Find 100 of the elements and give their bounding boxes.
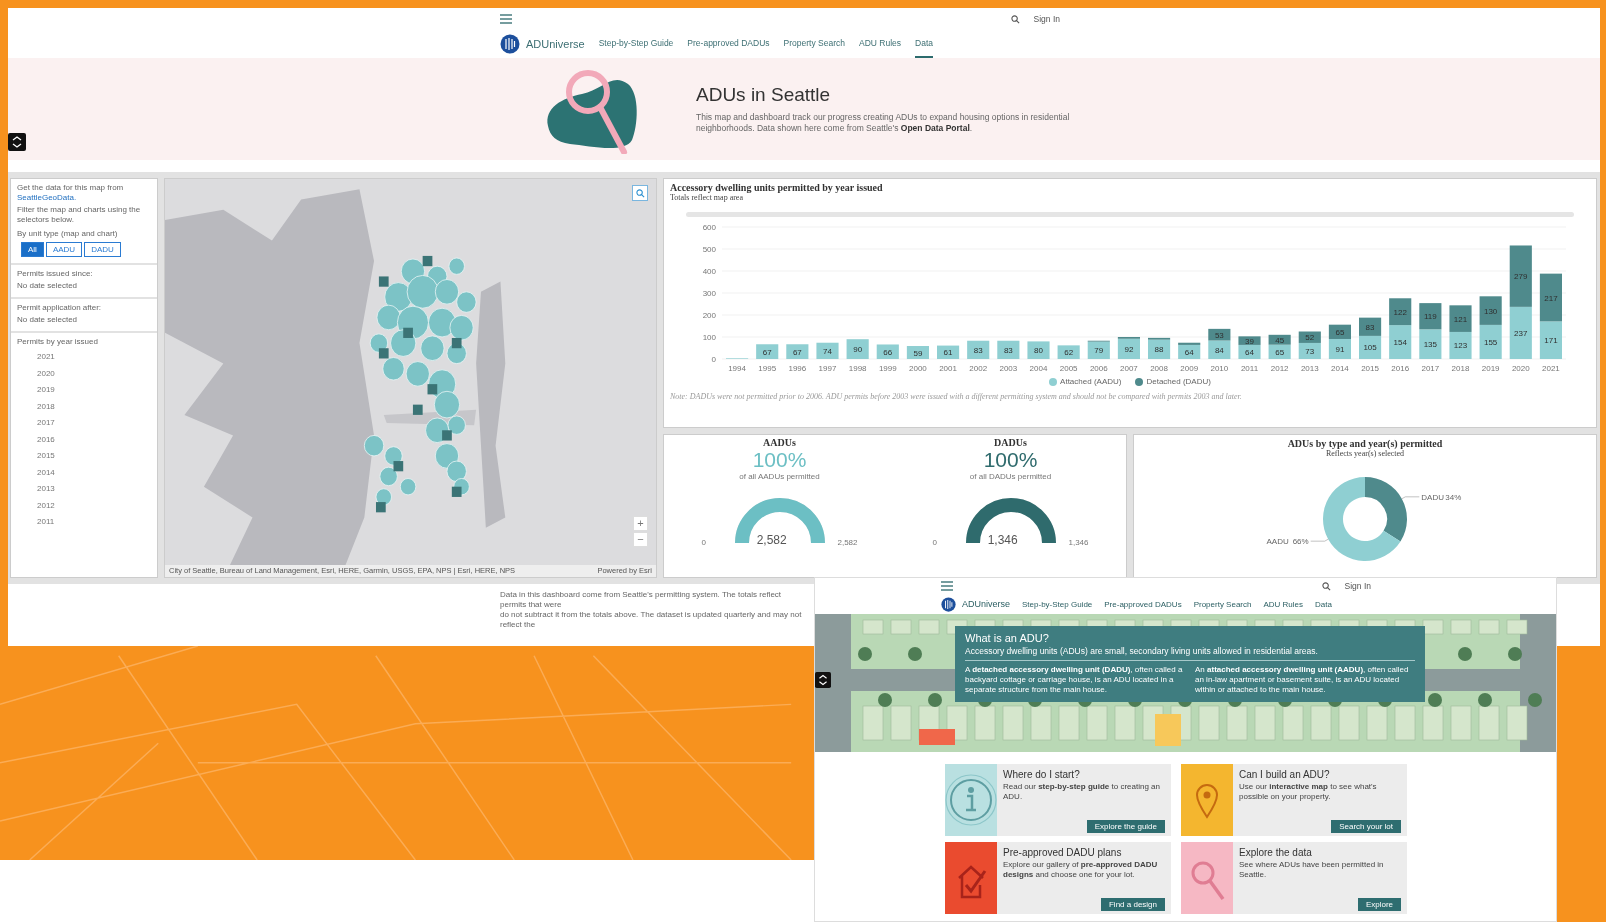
map-pin-icon — [1181, 764, 1233, 836]
data-label: 39 — [1245, 336, 1254, 346]
data-label: 155 — [1483, 337, 1498, 347]
data-label: 83 — [1365, 322, 1375, 332]
menu-icon[interactable] — [941, 581, 953, 591]
x-tick-label: 2008 — [1150, 364, 1168, 373]
data-label: 67 — [762, 347, 772, 357]
bar-segment — [1479, 296, 1502, 325]
card-button[interactable]: Search your lot — [1331, 820, 1401, 833]
data-label: 83 — [973, 345, 983, 355]
year-option[interactable]: 2020 — [17, 365, 151, 382]
slice-category-label: AADU — [1266, 537, 1289, 547]
data-label: 90 — [853, 345, 863, 355]
card-text: Use our interactive map to see what's possible on your property. — [1239, 782, 1378, 803]
year-option[interactable]: 2011 — [17, 514, 151, 531]
bar-segment — [1268, 334, 1291, 345]
bar-segment — [1389, 325, 1412, 359]
nav-link[interactable]: Pre-approved DADUs — [687, 29, 770, 59]
y-tick-label: 500 — [702, 245, 716, 254]
card-button[interactable]: Find a design — [1100, 898, 1165, 911]
sign-in-link[interactable]: Sign In — [1344, 581, 1371, 591]
filter-label: Permits issued since: — [17, 269, 94, 279]
data-label: 53 — [1214, 330, 1224, 340]
gauge-value: 2,582 — [756, 533, 787, 547]
data-label: 171 — [1544, 336, 1558, 346]
bar-segment — [1057, 345, 1080, 359]
data-label: 45 — [1275, 335, 1285, 345]
year-option[interactable]: 2012 — [17, 497, 151, 514]
zoom-out-button[interactable]: − — [633, 532, 648, 547]
bar-segment — [1509, 245, 1532, 307]
nav-link[interactable]: Step-by-Step Guide — [1022, 599, 1093, 609]
year-option[interactable]: 2021 — [17, 349, 151, 366]
year-option[interactable]: 2016 — [17, 431, 151, 448]
y-tick-label: 200 — [702, 311, 716, 320]
slice-category-label: DADU — [1421, 492, 1444, 502]
search-icon[interactable] — [1010, 14, 1020, 24]
nav-link[interactable]: Data — [1315, 599, 1332, 609]
nav-link[interactable]: Property Search — [1193, 599, 1252, 609]
nav-link[interactable]: Step-by-Step Guide — [598, 29, 674, 59]
search-icon[interactable] — [1321, 581, 1331, 591]
brand-name[interactable]: ADUniverse — [962, 599, 1010, 609]
x-tick-label: 2016 — [1391, 364, 1410, 373]
gauge-title: AADUs — [763, 437, 796, 448]
bar-segment — [876, 344, 899, 359]
unit-type-button[interactable]: All — [21, 242, 44, 257]
slice-value-label: 66% — [1292, 537, 1309, 547]
nav-link[interactable]: ADU Rules — [858, 29, 901, 59]
x-tick-label: 2001 — [939, 364, 957, 373]
chart-subtitle: Reflects year(s) selected — [1325, 449, 1405, 458]
menu-icon[interactable] — [500, 14, 512, 24]
year-option[interactable]: 2013 — [17, 481, 151, 498]
filter-value[interactable]: No date selected — [17, 315, 151, 325]
intro-subtitle: Accessory dwelling units (ADUs) are small, secondary living units allowed in residential areas. — [965, 646, 1319, 658]
x-tick-label: 2011 — [1240, 364, 1259, 373]
nav-link[interactable]: ADU Rules — [1263, 599, 1304, 609]
filter-value[interactable]: No date selected — [17, 281, 151, 291]
data-label: 80 — [1034, 346, 1043, 356]
gauge-caption: of all AADUs permitted — [739, 472, 820, 481]
brand-name[interactable]: ADUniverse — [526, 38, 585, 50]
year-option[interactable]: 2019 — [17, 382, 151, 399]
leader-line — [1401, 496, 1420, 500]
filter-hint: Filter the map and charts using the selectors below. — [17, 205, 142, 225]
x-tick-label: 2009 — [1180, 364, 1199, 373]
unit-type-button[interactable]: AADU — [45, 242, 83, 257]
bar-segment — [997, 340, 1020, 359]
chart-title: ADUs by type and year(s) permitted — [1286, 438, 1444, 449]
year-option[interactable]: 2018 — [17, 398, 151, 415]
hero-description: This map and dashboard track our progress creating ADUs to expand housing options in residential neighborhoods. Data shown here come from Seattle's Open Data Portal. — [696, 112, 1071, 134]
map-search-button[interactable] — [632, 185, 648, 201]
unit-type-button[interactable]: DADU — [84, 242, 121, 257]
house-check-icon — [945, 842, 997, 914]
card-button[interactable]: Explore — [1357, 898, 1401, 911]
year-option[interactable]: 2014 — [17, 464, 151, 481]
layout-toggle-icon[interactable] — [815, 672, 831, 688]
x-tick-label: 2000 — [909, 364, 927, 373]
nav-link[interactable]: Pre-approved DADUs — [1104, 599, 1182, 609]
open-data-portal-link[interactable]: Open Data Portal — [900, 123, 970, 133]
data-label: 65 — [1335, 327, 1345, 337]
y-tick-label: 300 — [702, 289, 716, 298]
x-tick-label: 2013 — [1300, 364, 1319, 373]
year-option[interactable]: 2017 — [17, 415, 151, 432]
nav-link[interactable]: Property Search — [783, 29, 845, 59]
x-tick-label: 1995 — [758, 364, 777, 373]
data-label: 130 — [1483, 306, 1498, 316]
seattle-geodata-link[interactable]: SeattleGeoData. — [17, 193, 77, 202]
bar-segment — [1449, 331, 1472, 359]
data-label: 61 — [943, 348, 953, 358]
bar-segment — [1419, 303, 1442, 330]
x-tick-label: 2003 — [999, 364, 1018, 373]
layout-toggle-icon[interactable] — [8, 133, 26, 151]
year-option[interactable]: 2015 — [17, 448, 151, 465]
sign-in-link[interactable]: Sign In — [1033, 14, 1060, 24]
bar-segment — [1539, 321, 1562, 359]
zoom-in-button[interactable]: + — [633, 516, 648, 531]
gauge-value: 1,346 — [987, 533, 1018, 547]
city-seal-logo-icon — [500, 34, 520, 54]
data-label: 65 — [1275, 347, 1285, 357]
card-button[interactable]: Explore the guide — [1086, 820, 1165, 833]
x-tick-label: 1999 — [878, 364, 897, 373]
gauge-percent: 100% — [983, 448, 1038, 472]
